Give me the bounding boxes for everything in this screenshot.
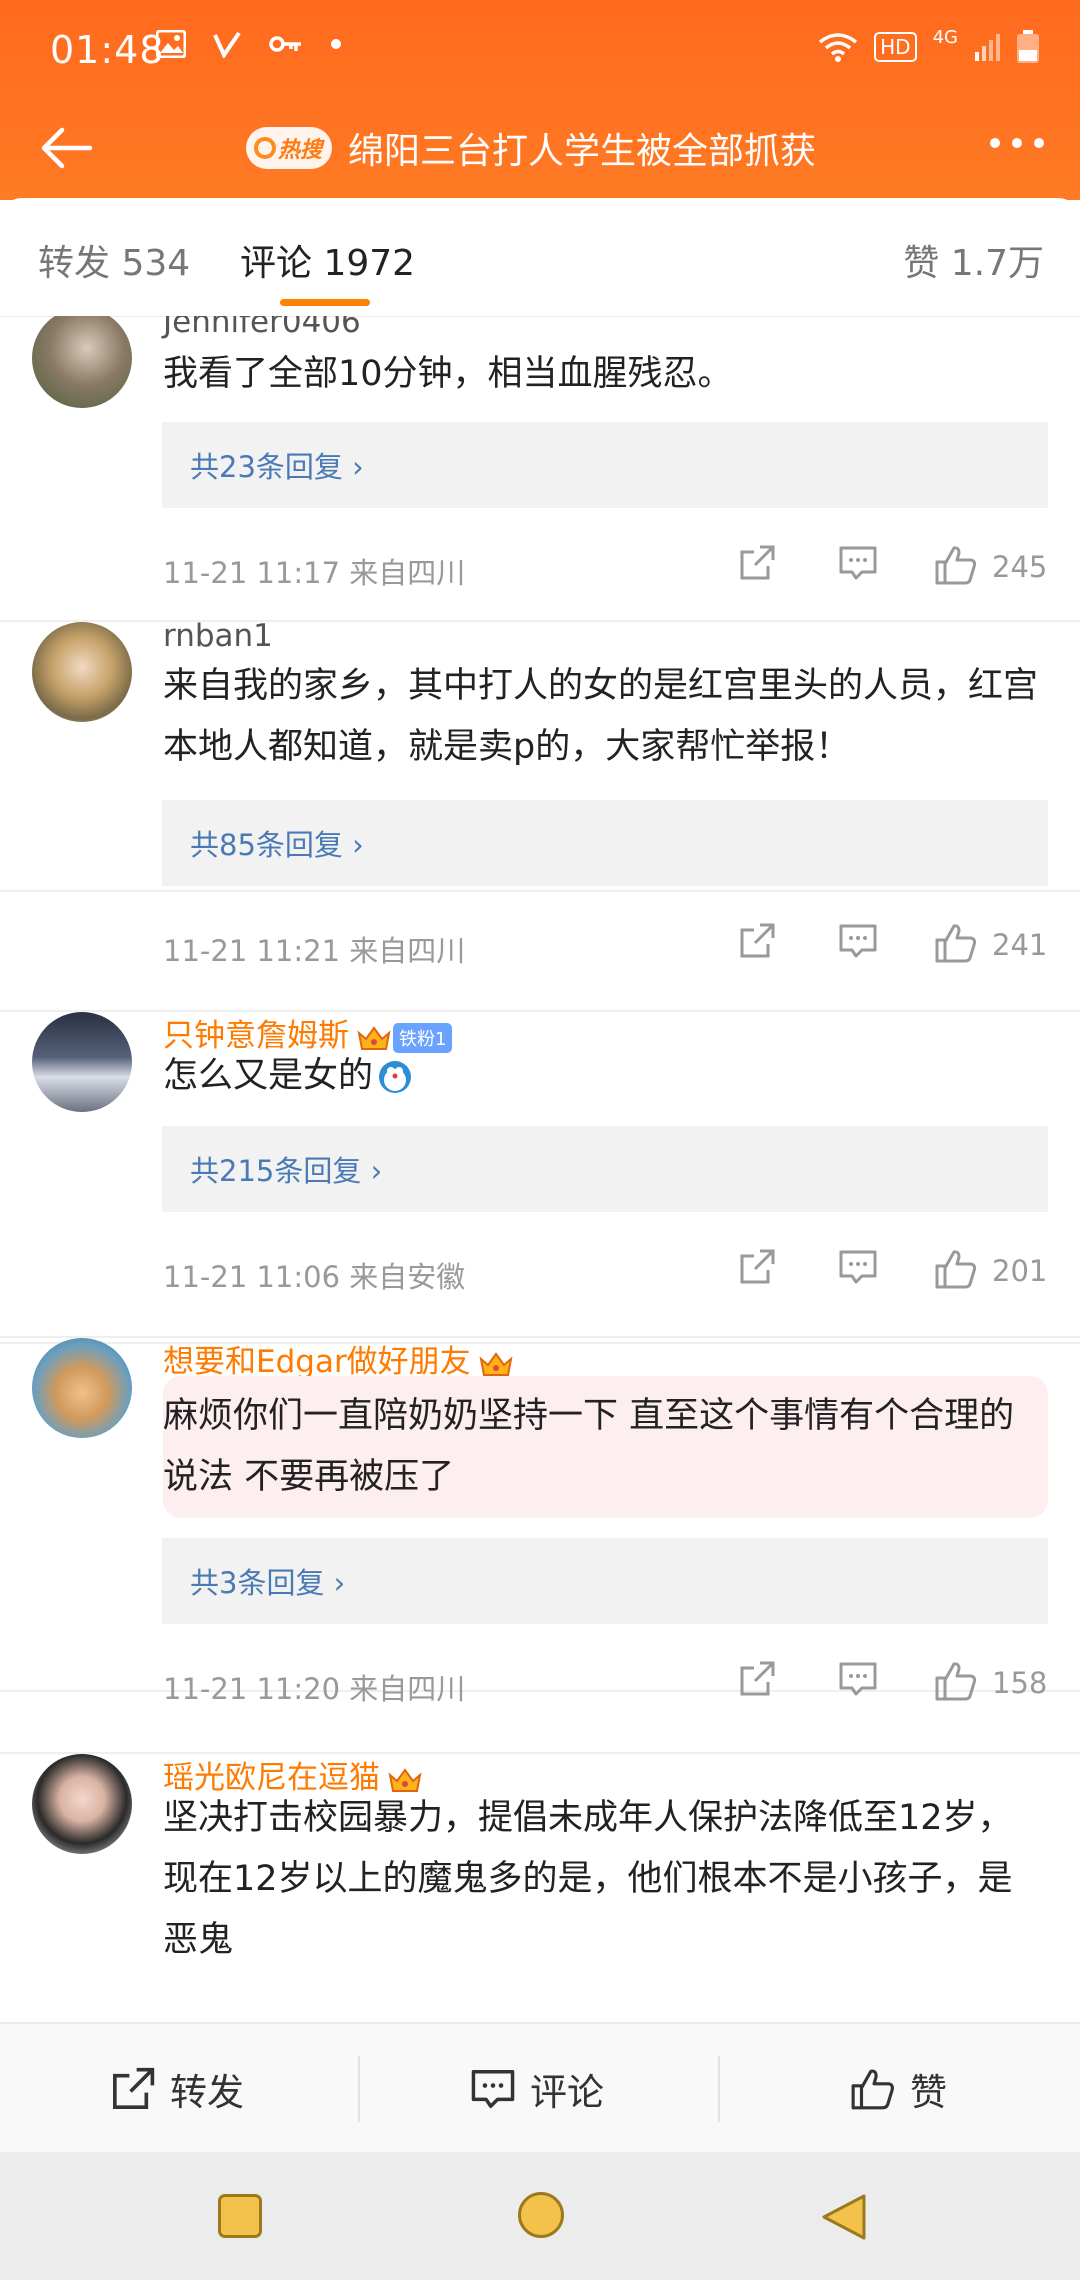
comment-list: Jennifer0406 我看了全部10分钟，相当血腥残忍。 共23条回复 › …	[0, 316, 1080, 2022]
network-type: 4G	[932, 26, 958, 48]
comment-username[interactable]: rnban1	[163, 618, 273, 654]
reply-count: 共3条回复 ›	[190, 1566, 346, 1600]
divider	[718, 2056, 720, 2122]
system-nav-bar	[0, 2152, 1080, 2280]
signal-icon	[975, 34, 1000, 61]
comment-button[interactable]: 评论	[470, 2024, 604, 2154]
comment-meta: 11-21 11:06 来自安徽	[163, 1260, 466, 1294]
tab-repost[interactable]: 转发 534	[38, 234, 190, 286]
avatar[interactable]	[32, 622, 132, 722]
comment-text: 我看了全部10分钟，相当血腥残忍。	[163, 354, 733, 394]
comment-icon[interactable]	[838, 1660, 878, 1698]
wifi-icon	[819, 33, 858, 62]
like-count: 201	[992, 1254, 1048, 1288]
comment-item: 只钟意詹姆斯 铁粉1 怎么又是女的 共215条回复 › 11-21 11:06 来…	[0, 1010, 1080, 1344]
tab-bar: 转发 534 评论 1972 赞 1.7万	[0, 198, 1080, 317]
comment-actions: 201	[738, 1248, 1048, 1294]
like-icon[interactable]	[934, 1248, 978, 1290]
share-icon[interactable]	[738, 1248, 776, 1286]
comment-actions: 158	[738, 1660, 1048, 1706]
comment-text: 怎么又是女的	[163, 1046, 1043, 1107]
status-icons-left	[156, 30, 342, 58]
comment-label: 评论	[530, 2071, 604, 2114]
status-time: 01:48	[50, 28, 165, 72]
comment-icon[interactable]	[838, 1248, 878, 1286]
share-icon[interactable]	[738, 1660, 776, 1698]
reply-thread-link[interactable]: 共215条回复 ›	[162, 1126, 1048, 1212]
recents-button[interactable]	[218, 2194, 262, 2238]
comment-text: 来自我的家乡，其中打人的女的是红宫里头的人员，红宫本地人都知道，就是卖p的，大家…	[163, 666, 1039, 767]
avatar[interactable]	[32, 1338, 132, 1438]
hot-search-label: 热搜	[278, 138, 323, 163]
like-icon[interactable]	[934, 1660, 978, 1702]
like-icon	[851, 2069, 894, 2110]
tab-like[interactable]: 赞 1.7万	[903, 234, 1044, 286]
like-count: 158	[992, 1666, 1048, 1700]
active-tab-indicator	[280, 299, 370, 306]
comment-item: Jennifer0406 我看了全部10分钟，相当血腥残忍。 共23条回复 › …	[0, 316, 1080, 622]
comment-meta: 11-21 11:21 来自四川	[163, 934, 466, 968]
title-wrap[interactable]: 热搜 绵阳三台打人学生被全部抓获	[246, 122, 816, 174]
image-icon	[156, 30, 186, 58]
like-count: 245	[992, 550, 1048, 584]
like-icon[interactable]	[934, 544, 978, 586]
back-triangle-icon[interactable]	[820, 2192, 868, 2242]
share-icon[interactable]	[738, 544, 776, 582]
nav-bar: 热搜 绵阳三台打人学生被全部抓获	[0, 100, 1080, 200]
comment-actions: 245	[738, 544, 1048, 590]
comment-text: 麻烦你们一直陪奶奶坚持一下 直至这个事情有个合理的说法 不要再被压了	[163, 1396, 1015, 1497]
comment-text: 坚决打击校园暴力，提倡未成年人保护法降低至12岁，现在12岁以上的魔鬼多的是，他…	[163, 1798, 1013, 1960]
repost-button[interactable]: 转发	[110, 2024, 244, 2154]
reply-thread-link[interactable]: 共3条回复 ›	[162, 1538, 1048, 1624]
more-icon[interactable]	[990, 138, 1044, 148]
comment-text-bubble: 麻烦你们一直陪奶奶坚持一下 直至这个事情有个合理的说法 不要再被压了	[163, 1376, 1048, 1518]
tab-comment[interactable]: 评论 1972	[240, 234, 415, 286]
status-icons-right: HD 4G	[818, 26, 1040, 64]
share-icon[interactable]	[738, 922, 776, 960]
reply-thread-link[interactable]: 共85条回复 ›	[162, 800, 1048, 886]
comment-meta: 11-21 11:20 来自四川	[163, 1672, 466, 1706]
hot-search-tag: 热搜	[246, 127, 333, 169]
avatar[interactable]	[32, 1012, 132, 1112]
crown-icon	[479, 1351, 513, 1376]
reply-count: 共85条回复 ›	[190, 828, 364, 862]
comment-username[interactable]: Jennifer0406	[163, 316, 361, 340]
like-icon[interactable]	[934, 922, 978, 964]
comment-actions: 241	[738, 922, 1048, 968]
emoji-icon	[379, 1061, 412, 1093]
key-icon	[269, 36, 301, 52]
search-icon	[254, 137, 276, 159]
back-arrow-icon[interactable]	[36, 118, 96, 178]
hd-badge: HD	[874, 32, 917, 62]
comment-icon	[471, 2070, 515, 2108]
comment-item: 想要和Edgar做好朋友 麻烦你们一直陪奶奶坚持一下 直至这个事情有个合理的说法…	[0, 1336, 1080, 1706]
reply-count: 共215条回复 ›	[190, 1154, 383, 1188]
bottom-action-bar: 转发 评论 赞	[0, 2022, 1080, 2154]
like-count: 241	[992, 928, 1048, 962]
like-label: 赞	[910, 2071, 947, 2114]
check-v-icon	[213, 31, 241, 58]
comment-icon[interactable]	[838, 922, 878, 960]
reply-count: 共23条回复 ›	[190, 450, 364, 484]
comment-meta: 11-21 11:17 来自四川	[163, 556, 466, 590]
avatar[interactable]	[32, 316, 132, 408]
comment-item: 瑶光欧尼在逗猫 坚决打击校园暴力，提倡未成年人保护法降低至12岁，现在12岁以上…	[0, 1752, 1080, 2022]
dot-icon	[331, 39, 341, 49]
share-icon	[113, 2067, 155, 2109]
comment-icon[interactable]	[838, 544, 878, 582]
status-bar: 01:48 HD 4G	[0, 0, 1080, 100]
home-button[interactable]	[518, 2192, 564, 2238]
battery-icon	[1017, 30, 1039, 63]
comment-item: rnban1 来自我的家乡，其中打人的女的是红宫里头的人员，红宫本地人都知道，就…	[0, 618, 1080, 968]
like-button[interactable]: 赞	[850, 2024, 947, 2154]
page-title: 绵阳三台打人学生被全部抓获	[348, 131, 817, 172]
divider	[358, 2056, 360, 2122]
top-bar: 01:48 HD 4G 热搜 绵阳三台打人学生被全部抓获	[0, 0, 1080, 200]
avatar[interactable]	[32, 1754, 132, 1854]
comment-username[interactable]: 想要和Edgar做好朋友	[163, 1336, 513, 1381]
repost-label: 转发	[170, 2071, 244, 2114]
reply-thread-link[interactable]: 共23条回复 ›	[162, 422, 1048, 508]
